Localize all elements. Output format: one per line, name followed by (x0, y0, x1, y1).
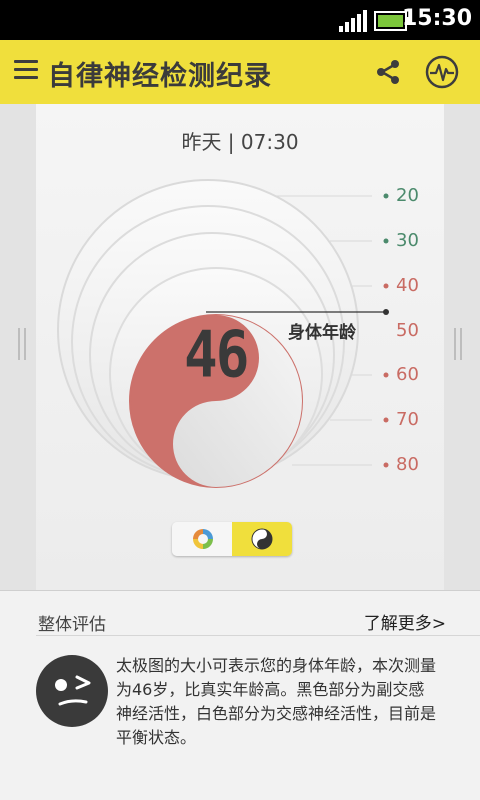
share-icon[interactable] (374, 58, 402, 86)
tick-dot-20 (383, 193, 389, 199)
tick-dot-80 (383, 462, 389, 468)
tick-label-20: 20 (396, 185, 419, 206)
tick-label-50: 50 (396, 320, 419, 341)
app-bar: 自律神经检测纪录 (0, 40, 480, 104)
evaluation-divider (36, 635, 480, 636)
page-title: 自律神经检测纪录 (48, 61, 272, 92)
body-age-value: 46 (184, 318, 249, 393)
tick-dot-70 (383, 417, 389, 423)
evaluation-text: 太极图的大小可表示您的身体年龄，本次测量为46岁，比真实年龄高。黑色部分为副交感… (116, 656, 437, 747)
donut-chart-icon (193, 529, 213, 549)
yin-yang-icon (251, 528, 273, 550)
tick-label-40: 40 (396, 275, 419, 296)
status-time: 15:30 (401, 6, 472, 31)
wink-face-icon (36, 655, 108, 727)
section-divider (0, 590, 480, 591)
tick-label-60: 60 (396, 364, 419, 385)
signal-icon (339, 10, 367, 32)
tick-dot-50 (383, 309, 389, 315)
tick-dot-60 (383, 372, 389, 378)
tick-dot-40 (383, 283, 389, 289)
pulse-icon[interactable] (424, 54, 460, 90)
menu-icon[interactable] (14, 60, 38, 80)
body-age-label: 身体年龄 (288, 323, 356, 343)
tick-dot-30 (383, 238, 389, 244)
view-toggle (172, 522, 292, 556)
tick-label-70: 70 (396, 409, 419, 430)
status-bar: 15:30 (0, 0, 480, 40)
learn-more-link[interactable]: 了解更多> (364, 609, 446, 634)
tick-dots (383, 193, 389, 468)
tick-label-30: 30 (396, 230, 419, 251)
yin-yang-view-button[interactable] (232, 522, 292, 556)
donut-view-button[interactable] (172, 522, 232, 556)
tick-label-80: 80 (396, 454, 419, 475)
evaluation-title: 整体评估 (38, 615, 106, 635)
